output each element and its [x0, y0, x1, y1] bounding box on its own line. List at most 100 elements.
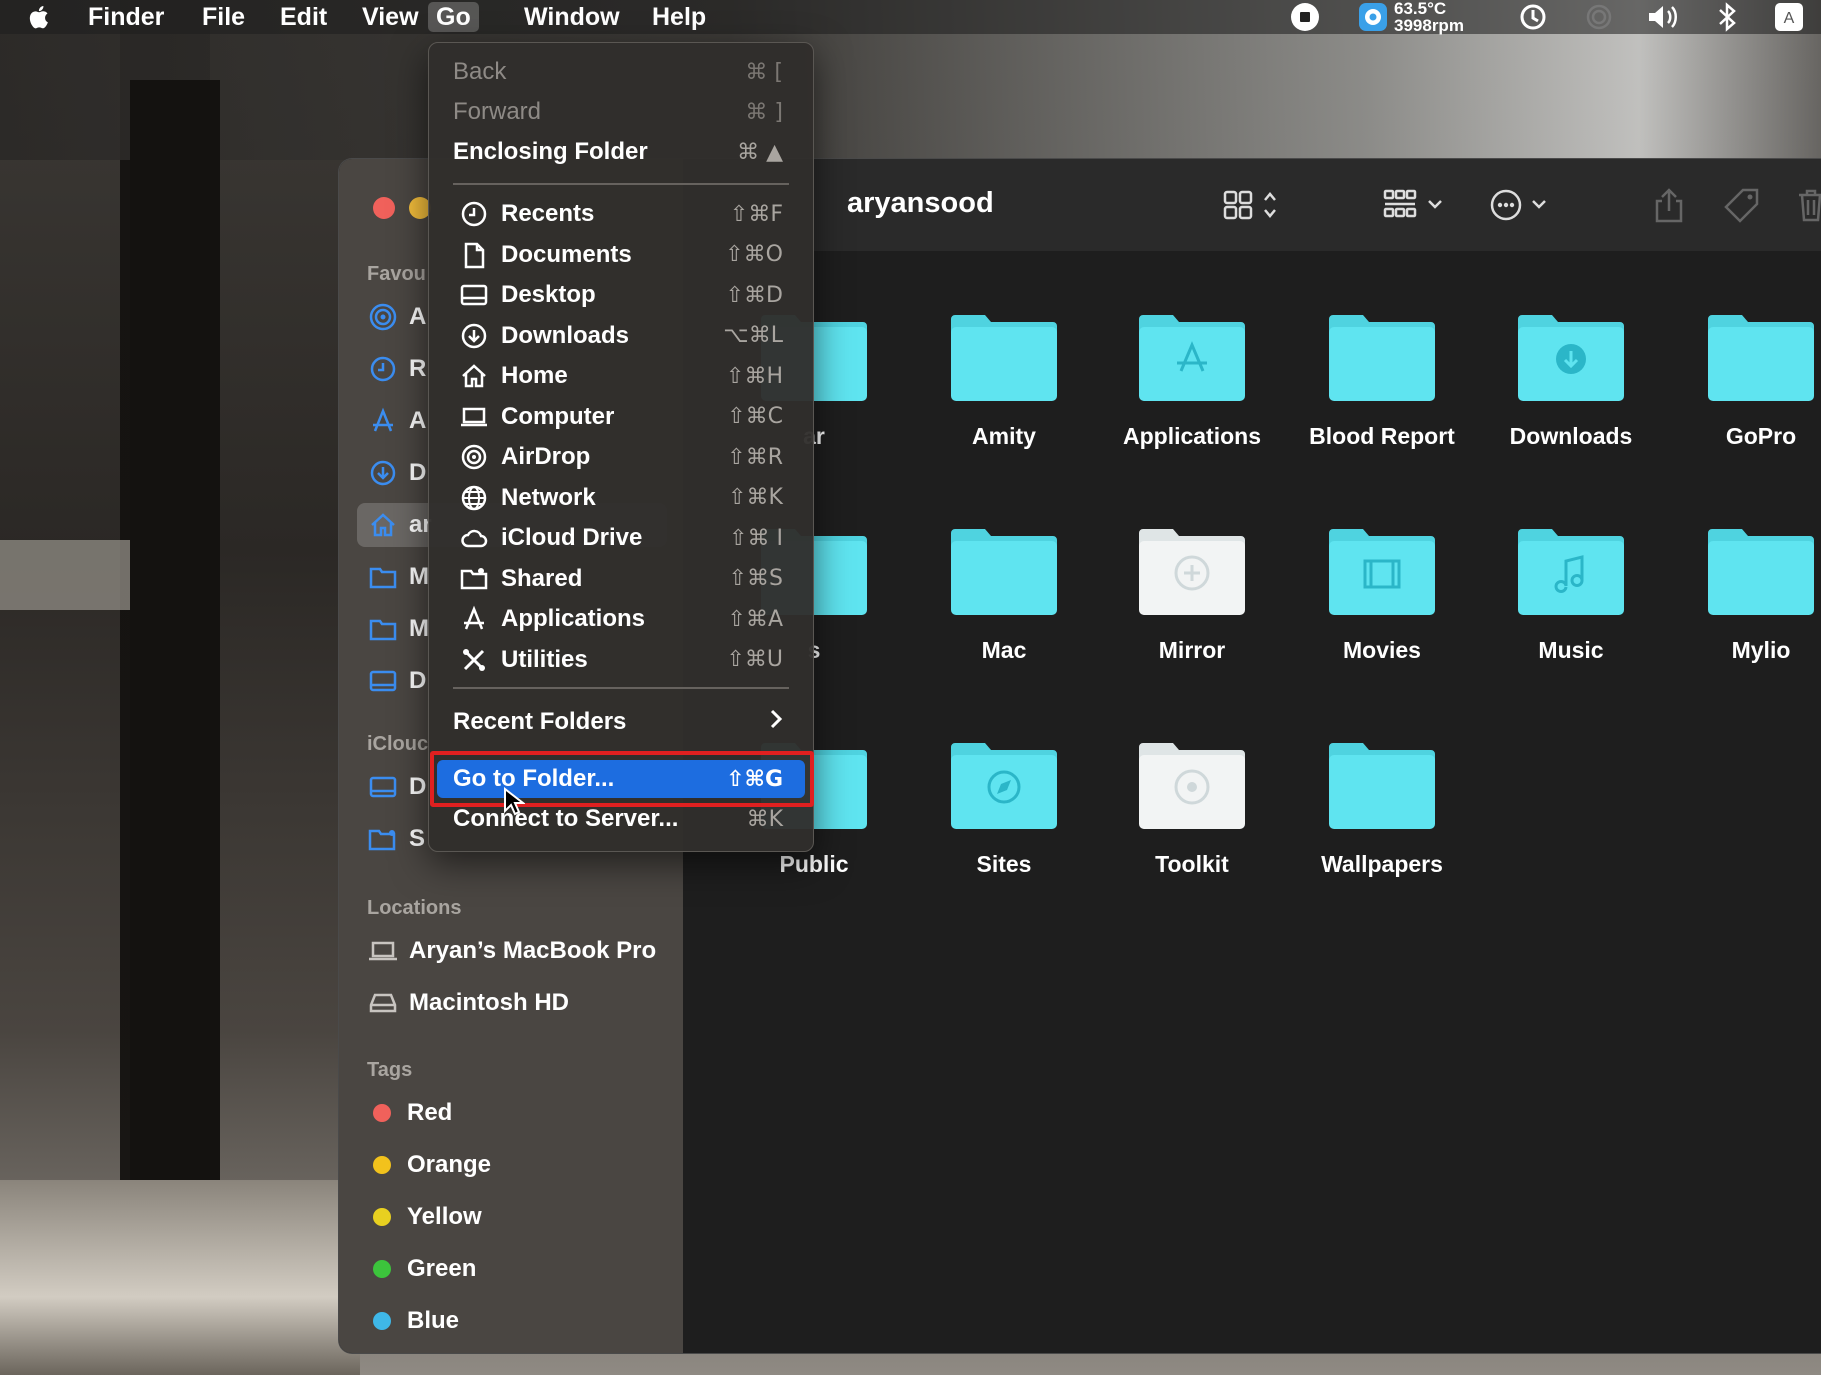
highlight-annotation: [430, 751, 814, 807]
menu-item-label: Downloads: [501, 321, 630, 349]
folder-item[interactable]: Applications: [1097, 309, 1287, 450]
istat-icon[interactable]: [1356, 0, 1390, 34]
menu-item-home[interactable]: Home ⇧⌘H: [437, 357, 805, 395]
menu-help[interactable]: Help: [644, 2, 714, 32]
folder-name: Blood Report: [1309, 423, 1455, 449]
menu-item-network[interactable]: Network ⇧⌘K: [437, 479, 805, 517]
menu-item-documents[interactable]: Documents ⇧⌘O: [437, 236, 805, 274]
folder-item[interactable]: Wallpapers: [1287, 737, 1477, 878]
menu-item-shortcut: ⌘K: [746, 806, 783, 832]
menu-item-airdrop[interactable]: AirDrop ⇧⌘R: [437, 438, 805, 476]
menu-item-label: iCloud Drive: [501, 524, 643, 551]
menu-item-applications[interactable]: Applications ⇧⌘A: [437, 600, 805, 638]
sidebar-item-label: Red: [407, 1099, 453, 1126]
folder-item[interactable]: Mac: [909, 523, 1099, 664]
sidebar-item-label: Macintosh HD: [409, 989, 570, 1016]
mouse-cursor-icon: [504, 787, 525, 816]
sidebar-tag-orange[interactable]: Orange: [357, 1143, 667, 1187]
menu-item-shortcut: ⇧⌘F: [729, 201, 783, 227]
menu-item-enclosing-folder[interactable]: Enclosing Folder ⌘ ▲: [437, 133, 805, 171]
menu-item-recent-folders[interactable]: Recent Folders: [437, 703, 805, 741]
menu-item-desktop[interactable]: Desktop ⇧⌘D: [437, 276, 805, 314]
menu-item-forward[interactable]: Forward ⌘ ]: [437, 93, 805, 131]
menu-bar: Finder File Edit View Go Window Help 63.…: [0, 0, 1821, 34]
menu-item-recents[interactable]: Recents ⇧⌘F: [437, 195, 805, 233]
menu-item-shortcut: ⇧⌘O: [725, 242, 783, 267]
view-mode-icon[interactable]: [1221, 185, 1291, 225]
trash-icon[interactable]: [1791, 185, 1821, 225]
menu-file[interactable]: File: [194, 2, 253, 32]
sidebar-heading-locations: Locations: [367, 897, 462, 919]
sidebar-heading-tags: Tags: [367, 1059, 413, 1081]
input-source-icon[interactable]: A: [1772, 0, 1806, 34]
folder-item[interactable]: Blood Report: [1287, 309, 1477, 450]
tag-dot-red: [373, 1104, 391, 1122]
menu-item-icloud-drive[interactable]: iCloud Drive ⇧⌘ I: [437, 519, 805, 557]
tag-icon[interactable]: [1719, 185, 1763, 225]
sidebar-item-label: M: [409, 615, 429, 642]
menu-item-label: Applications: [501, 605, 646, 632]
folder-item[interactable]: Movies: [1287, 523, 1477, 664]
time-machine-icon[interactable]: [1516, 0, 1550, 34]
folder-item[interactable]: Toolkit: [1097, 737, 1287, 878]
menu-view[interactable]: View: [354, 2, 427, 32]
volume-icon[interactable]: [1644, 0, 1684, 34]
folder-item[interactable]: Downloads: [1476, 309, 1666, 450]
sidebar-item-label: M: [409, 563, 429, 590]
record-icon[interactable]: [1288, 0, 1322, 34]
cloud-icon: [457, 524, 491, 552]
desktop-icon: [365, 771, 401, 803]
menu-item-shared[interactable]: Shared ⇧⌘S: [437, 560, 805, 598]
folder-icon: [1327, 737, 1437, 831]
menu-window[interactable]: Window: [516, 2, 628, 32]
folder-icon: [1516, 309, 1626, 403]
apple-icon[interactable]: [26, 4, 50, 30]
menu-finder[interactable]: Finder: [80, 2, 172, 32]
download-icon: [457, 322, 491, 350]
home-icon: [457, 362, 491, 390]
close-button[interactable]: [373, 197, 395, 219]
sidebar-item-label: D: [409, 773, 427, 800]
sidebar-tag-blue[interactable]: Blue: [357, 1299, 667, 1343]
shared-folder-icon: [365, 823, 401, 855]
menu-item-back[interactable]: Back ⌘ [: [437, 53, 805, 91]
globe-icon: [457, 484, 491, 512]
menu-item-label: Network: [501, 483, 596, 511]
sidebar-item-label: Aryan’s MacBook Pro: [409, 937, 657, 964]
folder-item[interactable]: Mirror: [1097, 523, 1287, 664]
sidebar-item-macintosh-hd[interactable]: Macintosh HD: [357, 981, 667, 1025]
folder-icon: [1137, 523, 1247, 617]
bluetooth-icon[interactable]: [1710, 0, 1744, 34]
folder-name: Amity: [972, 423, 1036, 449]
menu-item-utilities[interactable]: Utilities ⇧⌘U: [437, 641, 805, 679]
menu-item-shortcut: ⌥⌘L: [723, 323, 783, 348]
menu-item-shortcut: ⌘ ▲: [737, 139, 783, 165]
menu-edit[interactable]: Edit: [272, 2, 335, 32]
folder-item[interactable]: GoPro: [1666, 309, 1821, 450]
folder-item[interactable]: Amity: [909, 309, 1099, 450]
go-menu: Back ⌘ [ Forward ⌘ ] Enclosing Folder ⌘ …: [428, 42, 814, 852]
airplay-icon[interactable]: [1582, 0, 1616, 34]
menu-go[interactable]: Go: [428, 2, 479, 32]
folder-item[interactable]: Sites: [909, 737, 1099, 878]
share-icon[interactable]: [1649, 185, 1689, 225]
group-by-icon[interactable]: [1383, 185, 1453, 225]
more-actions-icon[interactable]: [1489, 185, 1559, 225]
folder-item[interactable]: Mylio: [1666, 523, 1821, 664]
pillar: [130, 80, 220, 1260]
sidebar-item-label: S: [409, 825, 426, 852]
menu-item-label: Enclosing Folder: [453, 138, 648, 165]
temperature-readout[interactable]: 63.5°C 3998rpm: [1394, 0, 1464, 34]
folder-icon: [1327, 523, 1437, 617]
sidebar-tag-yellow[interactable]: Yellow: [357, 1195, 667, 1239]
folder-name: Music: [1538, 637, 1604, 663]
folder-icon: [949, 737, 1059, 831]
folder-item[interactable]: Music: [1476, 523, 1666, 664]
sidebar-tag-green[interactable]: Green: [357, 1247, 667, 1291]
sidebar-item-macbook[interactable]: Aryan’s MacBook Pro: [357, 929, 667, 973]
document-icon: [457, 241, 491, 269]
menu-item-computer[interactable]: Computer ⇧⌘C: [437, 398, 805, 436]
menu-item-downloads[interactable]: Downloads ⌥⌘L: [437, 317, 805, 355]
sidebar-tag-red[interactable]: Red: [357, 1091, 667, 1135]
menu-item-shortcut: ⇧⌘R: [727, 444, 783, 470]
